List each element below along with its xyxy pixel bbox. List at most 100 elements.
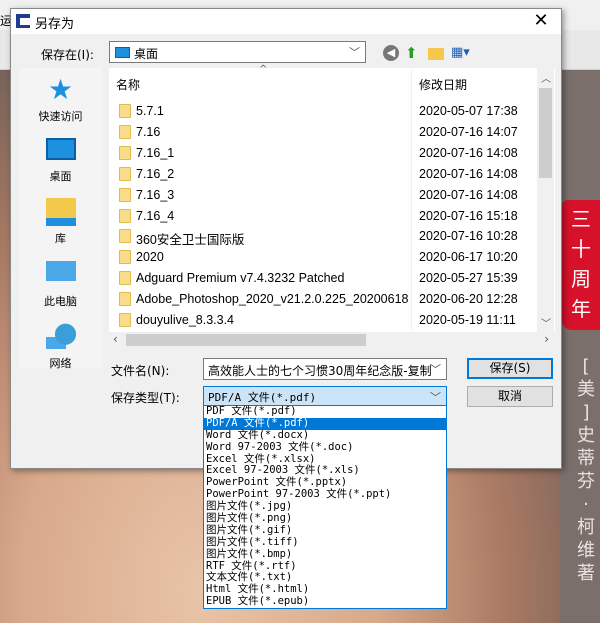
file-date: 2020-05-07 17:38 xyxy=(419,104,518,118)
filetype-option[interactable]: 图片文件(*.gif) xyxy=(204,524,446,537)
folder-icon xyxy=(119,124,131,139)
file-row[interactable]: 2020 2020-06-17 10:20 xyxy=(109,247,539,267)
filetype-option[interactable]: PDF/A 文件(*.pdf) xyxy=(204,417,446,430)
scroll-down-icon[interactable]: ﹀ xyxy=(541,315,551,330)
sidebar-item-label: 快速访问 xyxy=(38,110,83,123)
filetype-dropdown-list[interactable]: PDF 文件(*.pdf) PDF/A 文件(*.pdf) Word 文件(*.do… xyxy=(203,405,447,609)
filetype-option[interactable]: Word 97-2003 文件(*.doc) xyxy=(204,441,446,454)
desktop-icon xyxy=(115,47,130,58)
cover-seal: 三十周年 xyxy=(562,200,600,330)
library-icon xyxy=(45,198,76,226)
close-button[interactable]: ✕ xyxy=(529,10,553,31)
sidebar-item-label: 此电脑 xyxy=(44,295,77,308)
filetype-option[interactable]: Word 文件(*.docx) xyxy=(204,429,446,442)
sidebar-item-this-pc[interactable]: 此电脑 xyxy=(19,261,102,309)
file-row[interactable]: Adobe_Photoshop_2020_v21.2.0.225_2020061… xyxy=(109,289,539,309)
file-row[interactable]: 7.16_1 2020-07-16 14:08 xyxy=(109,143,539,163)
file-date: 2020-07-16 14:08 xyxy=(419,145,518,160)
filename-input[interactable]: 高效能人士的七个习惯30周年纪念版-复制 ﹀ xyxy=(203,358,447,380)
filetype-value: PDF/A 文件(*.pdf) xyxy=(208,391,317,404)
chevron-down-icon: ﹀ xyxy=(430,391,441,404)
cancel-button[interactable]: 取消 xyxy=(467,386,553,407)
file-name: 7.16_3 xyxy=(136,187,175,202)
file-name: 7.16 xyxy=(136,124,161,139)
sidebar-item-label: 桌面 xyxy=(49,170,72,183)
vertical-scrollbar[interactable]: ︿ ﹀ xyxy=(537,68,554,332)
sidebar-item-desktop[interactable]: 桌面 xyxy=(19,138,102,184)
folder-icon xyxy=(119,271,131,286)
save-in-combo[interactable]: 桌面 ﹀ xyxy=(109,41,366,63)
file-row[interactable]: Adguard Premium v7.4.3232 Patched 2020-05… xyxy=(109,268,539,288)
sidebar-item-library[interactable]: 库 xyxy=(19,198,102,246)
folder-icon xyxy=(119,250,131,265)
sidebar-item-quick-access[interactable]: ★ 快速访问 xyxy=(19,76,102,124)
computer-icon xyxy=(45,261,76,281)
scroll-up-icon[interactable]: ︿ xyxy=(541,70,551,85)
file-name: Adobe_Photoshop_2020_v21.2.0.225_2020061… xyxy=(136,292,409,307)
filetype-select[interactable]: PDF/A 文件(*.pdf) ﹀ xyxy=(203,386,447,406)
up-folder-icon[interactable]: ⬆ xyxy=(405,45,421,61)
save-in-label: 保存在(I): xyxy=(41,48,94,62)
file-date: 2020-07-16 10:28 xyxy=(419,229,518,244)
file-row[interactable]: 7.16_3 2020-07-16 14:08 xyxy=(109,185,539,205)
file-date: 2020-05-27 15:39 xyxy=(419,271,518,286)
folder-icon xyxy=(119,208,131,223)
filetype-option[interactable]: 图片文件(*.bmp) xyxy=(204,548,446,561)
file-name: 7.16_4 xyxy=(136,208,175,223)
file-date: 2020-06-17 10:20 xyxy=(419,250,518,265)
folder-icon xyxy=(119,145,131,160)
desktop-icon xyxy=(45,138,76,160)
file-name: 5.7.1 xyxy=(136,104,164,118)
folder-icon xyxy=(119,229,131,244)
file-date: 2020-05-19 11:11 xyxy=(419,313,516,327)
star-icon: ★ xyxy=(47,73,74,106)
folder-icon xyxy=(119,166,131,181)
cover-author: [美] 史蒂芬 · 柯维著 xyxy=(577,356,595,584)
filetype-option[interactable]: 图片文件(*.tiff) xyxy=(204,536,446,549)
file-list[interactable]: 名称 ^ 修改日期 5.7.1 2020-05-07 17:38 7.16 2020-… xyxy=(109,64,555,348)
file-name: 7.16_1 xyxy=(136,145,175,160)
filetype-label: 保存类型(T): xyxy=(111,391,180,405)
dialog-title: 另存为 xyxy=(35,17,75,32)
app-icon xyxy=(16,14,30,28)
new-folder-icon[interactable] xyxy=(428,48,444,60)
file-row[interactable]: 7.16_4 2020-07-16 15:18 xyxy=(109,206,539,226)
file-date: 2020-07-16 14:08 xyxy=(419,187,518,202)
folder-icon xyxy=(119,313,131,327)
places-sidebar: ★ 快速访问 桌面 库 此电脑 网络 xyxy=(19,68,102,371)
horizontal-scrollbar[interactable]: ‹ › xyxy=(109,332,555,348)
view-menu-icon[interactable]: ▦▾ xyxy=(451,45,473,61)
file-date: 2020-07-16 14:07 xyxy=(419,124,518,139)
filetype-option[interactable]: EPUB 文件(*.epub) xyxy=(204,595,446,608)
network-icon xyxy=(45,323,76,351)
file-row[interactable]: 7.16_2 2020-07-16 14:08 xyxy=(109,164,539,184)
file-date: 2020-07-16 14:08 xyxy=(419,166,518,181)
sidebar-item-label: 库 xyxy=(55,232,66,245)
folder-icon xyxy=(119,104,131,118)
file-name: Adguard Premium v7.4.3232 Patched xyxy=(136,271,345,286)
chevron-down-icon[interactable]: ﹀ xyxy=(430,361,441,377)
column-header-modified[interactable]: 修改日期 xyxy=(419,76,467,93)
column-header-name[interactable]: 名称 xyxy=(116,76,140,93)
file-row[interactable]: 5.7.1 2020-05-07 17:38 xyxy=(109,101,539,121)
scroll-right-icon[interactable]: › xyxy=(544,332,549,346)
save-in-value: 桌面 xyxy=(134,47,159,61)
back-icon[interactable]: ◀ xyxy=(383,45,399,61)
file-date: 2020-07-16 15:18 xyxy=(419,208,518,223)
file-name: 360安全卫士国际版 xyxy=(136,233,245,248)
sort-ascending-icon: ^ xyxy=(259,64,268,75)
file-row[interactable]: 7.16 2020-07-16 14:07 xyxy=(109,122,539,142)
save-button[interactable]: 保存(S) xyxy=(467,358,553,379)
file-row[interactable]: 360安全卫士国际版 2020-07-16 10:28 xyxy=(109,226,539,248)
file-name: douyulive_8.3.3.4 xyxy=(136,313,234,327)
scroll-thumb[interactable] xyxy=(126,334,366,346)
file-name: 2020 xyxy=(136,250,164,265)
save-as-dialog: 另存为 ✕ 保存在(I): 桌面 ﹀ ◀ ⬆ ▦▾ ★ 快速访问 桌面 库 此电… xyxy=(10,8,562,469)
scroll-left-icon[interactable]: ‹ xyxy=(113,332,118,346)
sidebar-item-network[interactable]: 网络 xyxy=(19,323,102,371)
scroll-thumb[interactable] xyxy=(539,88,552,178)
file-row[interactable]: douyulive_8.3.3.4 2020-05-19 11:11 xyxy=(109,310,539,330)
file-date: 2020-06-20 12:28 xyxy=(419,292,518,307)
folder-icon xyxy=(119,292,131,307)
title-bar: 另存为 ✕ xyxy=(11,9,561,34)
